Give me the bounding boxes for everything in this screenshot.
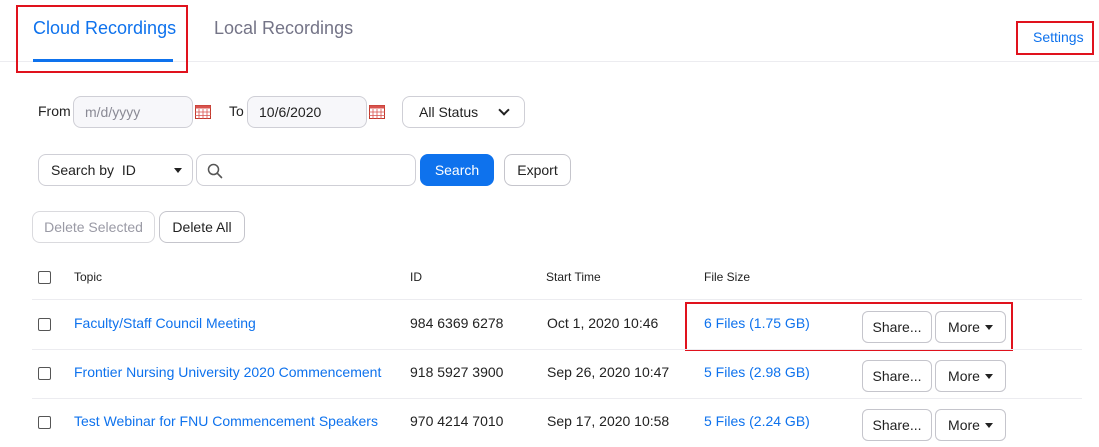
search-field[interactable]	[196, 154, 416, 186]
recording-topic-link[interactable]: Frontier Nursing University 2020 Commenc…	[74, 364, 381, 380]
row-checkbox[interactable]	[38, 416, 51, 429]
chevron-down-icon	[498, 104, 510, 116]
column-header-id: ID	[410, 270, 422, 284]
search-icon	[207, 163, 223, 179]
table-divider	[32, 349, 1082, 350]
file-size-link[interactable]: 6 Files (1.75 GB)	[704, 315, 810, 331]
table-divider	[32, 299, 1082, 300]
column-header-topic: Topic	[74, 270, 103, 284]
column-header-start-time: Start Time	[546, 270, 601, 284]
start-time: Sep 26, 2020 10:47	[547, 364, 670, 380]
status-select[interactable]: All Status	[402, 96, 525, 128]
table-divider	[32, 398, 1082, 399]
search-button[interactable]: Search	[420, 154, 494, 186]
caret-down-icon	[984, 373, 993, 379]
export-button[interactable]: Export	[504, 154, 571, 186]
start-time: Sep 17, 2020 10:58	[547, 413, 670, 429]
meeting-id: 918 5927 3900	[410, 364, 504, 380]
status-select-value: All Status	[419, 104, 479, 120]
caret-down-icon	[984, 422, 993, 428]
tab-bar: Cloud Recordings Local Recordings Settin…	[0, 0, 1099, 62]
recording-topic-link[interactable]: Test Webinar for FNU Commencement Speake…	[74, 413, 378, 429]
search-input[interactable]	[229, 155, 413, 185]
caret-down-icon	[984, 324, 993, 330]
recording-topic-link[interactable]: Faculty/Staff Council Meeting	[74, 315, 256, 331]
start-time: Oct 1, 2020 10:46	[547, 315, 659, 331]
meeting-id: 970 4214 7010	[410, 413, 504, 429]
more-button-label: More	[948, 368, 980, 384]
file-size-link[interactable]: 5 Files (2.98 GB)	[704, 364, 810, 380]
more-button[interactable]: More	[935, 360, 1006, 392]
settings-link[interactable]: Settings	[1033, 29, 1084, 45]
to-date-input[interactable]	[247, 96, 367, 128]
more-button-label: More	[948, 319, 980, 335]
select-all-checkbox[interactable]	[38, 271, 51, 284]
share-button-label: Share...	[872, 417, 922, 433]
share-button[interactable]: Share...	[862, 409, 932, 441]
meeting-id: 984 6369 6278	[410, 315, 504, 331]
calendar-icon[interactable]	[195, 105, 211, 119]
tab-cloud-recordings[interactable]: Cloud Recordings	[33, 18, 176, 39]
row-checkbox[interactable]	[38, 367, 51, 380]
row-checkbox[interactable]	[38, 318, 51, 331]
delete-selected-button[interactable]: Delete Selected	[32, 211, 155, 243]
caret-down-icon	[174, 167, 182, 173]
more-button-label: More	[948, 417, 980, 433]
file-size-link[interactable]: 5 Files (2.24 GB)	[704, 413, 810, 429]
search-type-select[interactable]: Search by ID	[38, 154, 193, 186]
more-button[interactable]: More	[935, 409, 1006, 441]
share-button[interactable]: Share...	[862, 360, 932, 392]
to-label: To	[229, 103, 244, 119]
search-type-value: Search by ID	[51, 162, 136, 178]
active-tab-indicator	[33, 59, 173, 62]
from-date-input[interactable]	[73, 96, 193, 128]
from-label: From	[38, 103, 71, 119]
share-button-label: Share...	[872, 319, 922, 335]
tab-local-recordings[interactable]: Local Recordings	[214, 18, 353, 39]
column-header-file-size: File Size	[704, 270, 751, 284]
delete-all-button[interactable]: Delete All	[159, 211, 245, 243]
share-button-label: Share...	[872, 368, 922, 384]
calendar-icon[interactable]	[369, 105, 385, 119]
more-button[interactable]: More	[935, 311, 1006, 343]
share-button[interactable]: Share...	[862, 311, 932, 343]
